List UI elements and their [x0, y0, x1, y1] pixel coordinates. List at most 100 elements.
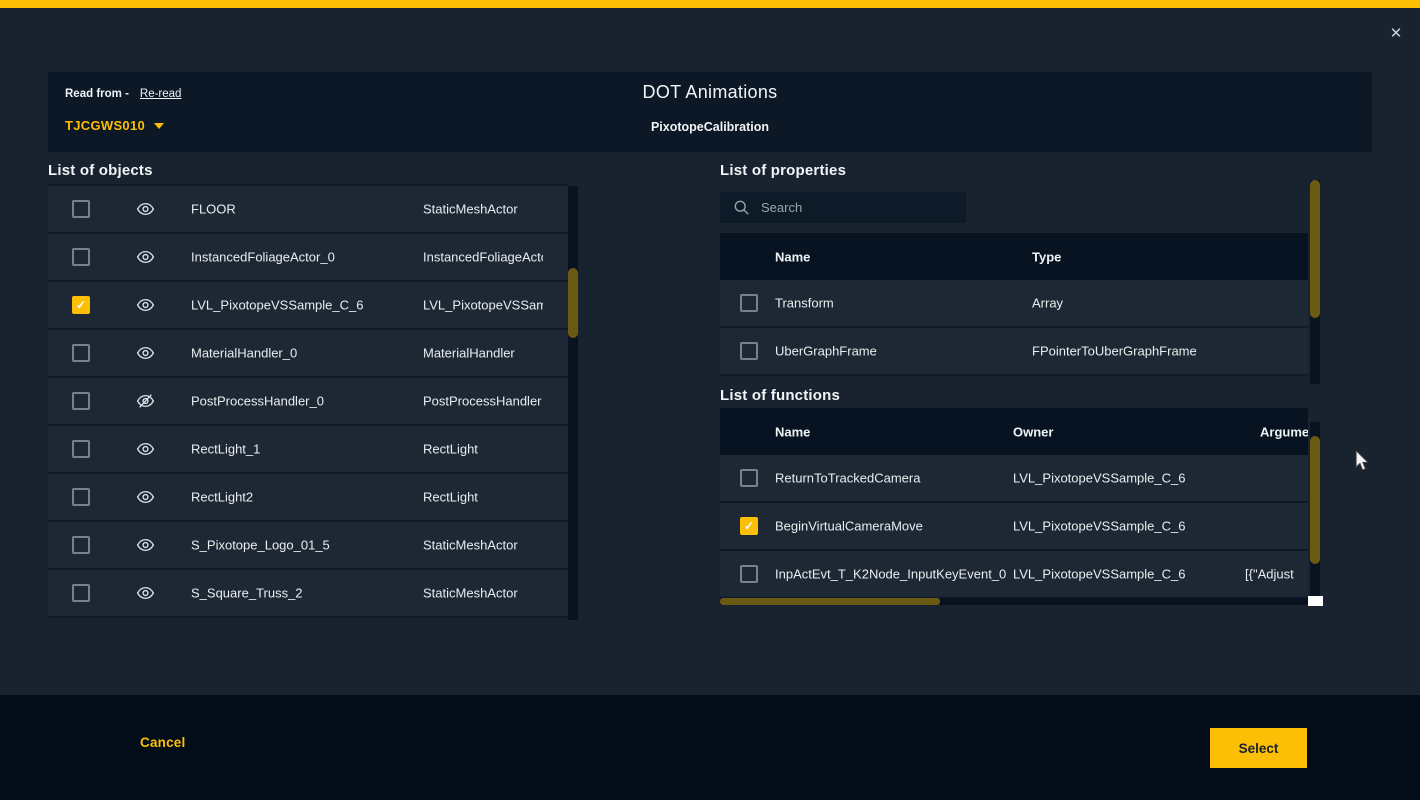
functions-scrollbar-thumb[interactable] [1310, 436, 1320, 564]
object-type: RectLight [423, 442, 543, 457]
object-type: PostProcessHandler [423, 394, 543, 409]
row-checkbox[interactable]: ✓ [72, 248, 90, 266]
search-input[interactable] [759, 199, 953, 216]
scrollbar-corner [1308, 596, 1323, 606]
check-icon: ✓ [74, 298, 88, 312]
object-name: S_Square_Truss_2 [191, 586, 303, 601]
row-checkbox[interactable]: ✓ [740, 517, 758, 535]
objects-table: ✓ FLOOR StaticMeshActor ✓ InstancedFolia… [48, 184, 568, 618]
functions-heading: List of functions [720, 387, 840, 404]
object-name: RectLight_1 [191, 442, 260, 457]
app-window: ✕ Read from - Re-read TJCGWS010 DOT Anim… [0, 0, 1420, 800]
property-type: Array [1032, 296, 1298, 311]
function-name: ReturnToTrackedCamera [775, 471, 920, 486]
functions-scrollbar[interactable] [1310, 422, 1320, 598]
object-type: StaticMeshActor [423, 202, 543, 217]
properties-scrollbar[interactable] [1310, 180, 1320, 384]
column-header-arguments: Arguments [1260, 424, 1308, 439]
object-name: PostProcessHandler_0 [191, 394, 324, 409]
objects-scrollbar[interactable] [568, 186, 578, 620]
table-row: ✓ FLOOR StaticMeshActor [48, 186, 568, 234]
table-row: ✓ RectLight2 RectLight [48, 474, 568, 522]
eye-icon[interactable] [136, 296, 155, 315]
function-arguments: [{"Adjust [1245, 567, 1308, 582]
row-checkbox[interactable]: ✓ [72, 584, 90, 602]
mouse-cursor [1355, 450, 1370, 477]
row-checkbox[interactable]: ✓ [72, 344, 90, 362]
table-row: ✓ ReturnToTrackedCamera LVL_PixotopeVSSa… [720, 455, 1308, 503]
dialog-footer: Cancel Select [0, 695, 1420, 800]
object-name: LVL_PixotopeVSSample_C_6 [191, 298, 364, 313]
table-row: ✓ InpActEvt_T_K2Node_InputKeyEvent_0 LVL… [720, 551, 1308, 599]
top-accent-bar [0, 0, 1420, 8]
right-panel: List of properties Name Type ✓ Transform… [720, 160, 1324, 640]
object-name: RectLight2 [191, 490, 253, 505]
object-name: InstancedFoliageActor_0 [191, 250, 335, 265]
object-name: MaterialHandler_0 [191, 346, 297, 361]
object-type: MaterialHandler [423, 346, 543, 361]
function-owner: LVL_PixotopeVSSample_C_6 [1013, 471, 1241, 486]
eye-icon[interactable] [136, 536, 155, 555]
row-checkbox[interactable]: ✓ [72, 440, 90, 458]
table-row: ✓ BeginVirtualCameraMove LVL_PixotopeVSS… [720, 503, 1308, 551]
function-name: BeginVirtualCameraMove [775, 519, 923, 534]
property-name: UberGraphFrame [775, 344, 877, 359]
row-checkbox[interactable]: ✓ [740, 342, 758, 360]
dialog-header: Read from - Re-read TJCGWS010 DOT Animat… [48, 72, 1372, 152]
page-title: DOT Animations [48, 82, 1372, 103]
table-row: ✓ PostProcessHandler_0 PostProcessHandle… [48, 378, 568, 426]
table-row: ✓ UberGraphFrame FPointerToUberGraphFram… [720, 328, 1308, 376]
table-row: ✓ InstancedFoliageActor_0 InstancedFolia… [48, 234, 568, 282]
column-header-type: Type [1032, 249, 1061, 264]
object-type: RectLight [423, 490, 543, 505]
object-type: LVL_PixotopeVSSample_C [423, 298, 543, 313]
object-name: S_Pixotope_Logo_01_5 [191, 538, 330, 553]
objects-scrollbar-thumb[interactable] [568, 268, 578, 338]
properties-search[interactable] [720, 192, 966, 223]
column-header-name: Name [775, 249, 810, 264]
eye-slash-icon[interactable] [136, 392, 155, 411]
table-row: ✓ RectLight_1 RectLight [48, 426, 568, 474]
functions-horizontal-scrollbar[interactable] [720, 598, 1308, 605]
functions-horizontal-scrollbar-thumb[interactable] [720, 598, 940, 605]
select-button[interactable]: Select [1210, 728, 1307, 768]
page-subtitle: PixotopeCalibration [48, 120, 1372, 134]
table-row: ✓ MaterialHandler_0 MaterialHandler [48, 330, 568, 378]
eye-icon[interactable] [136, 344, 155, 363]
row-checkbox[interactable]: ✓ [740, 565, 758, 583]
function-name: InpActEvt_T_K2Node_InputKeyEvent_0 [775, 567, 1006, 582]
properties-table-header: Name Type [720, 233, 1308, 280]
object-type: InstancedFoliageActor [423, 250, 543, 265]
eye-icon[interactable] [136, 248, 155, 267]
row-checkbox[interactable]: ✓ [72, 536, 90, 554]
properties-scrollbar-thumb[interactable] [1310, 180, 1320, 318]
row-checkbox[interactable]: ✓ [72, 488, 90, 506]
eye-icon[interactable] [136, 584, 155, 603]
column-header-name: Name [775, 424, 810, 439]
object-type: StaticMeshActor [423, 586, 543, 601]
property-type: FPointerToUberGraphFrame [1032, 344, 1298, 359]
table-row: ✓ LVL_PixotopeVSSample_C_6 LVL_PixotopeV… [48, 282, 568, 330]
row-checkbox[interactable]: ✓ [740, 294, 758, 312]
column-header-owner: Owner [1013, 424, 1053, 439]
table-row: ✓ Transform Array [720, 280, 1308, 328]
function-owner: LVL_PixotopeVSSample_C_6 [1013, 567, 1241, 582]
search-icon [733, 199, 750, 216]
row-checkbox[interactable]: ✓ [72, 392, 90, 410]
check-icon: ✓ [742, 519, 756, 533]
eye-icon[interactable] [136, 200, 155, 219]
row-checkbox[interactable]: ✓ [740, 469, 758, 487]
object-type: StaticMeshActor [423, 538, 543, 553]
row-checkbox[interactable]: ✓ [72, 296, 90, 314]
functions-table-header: Name Owner Arguments [720, 408, 1308, 455]
table-row: ✓ S_Square_Truss_2 StaticMeshActor [48, 570, 568, 618]
eye-icon[interactable] [136, 488, 155, 507]
row-checkbox[interactable]: ✓ [72, 200, 90, 218]
property-name: Transform [775, 296, 834, 311]
table-row: ✓ S_Pixotope_Logo_01_5 StaticMeshActor [48, 522, 568, 570]
eye-icon[interactable] [136, 440, 155, 459]
objects-heading: List of objects [48, 162, 153, 179]
close-icon[interactable]: ✕ [1386, 24, 1406, 44]
cancel-button[interactable]: Cancel [140, 735, 185, 750]
object-name: FLOOR [191, 202, 236, 217]
